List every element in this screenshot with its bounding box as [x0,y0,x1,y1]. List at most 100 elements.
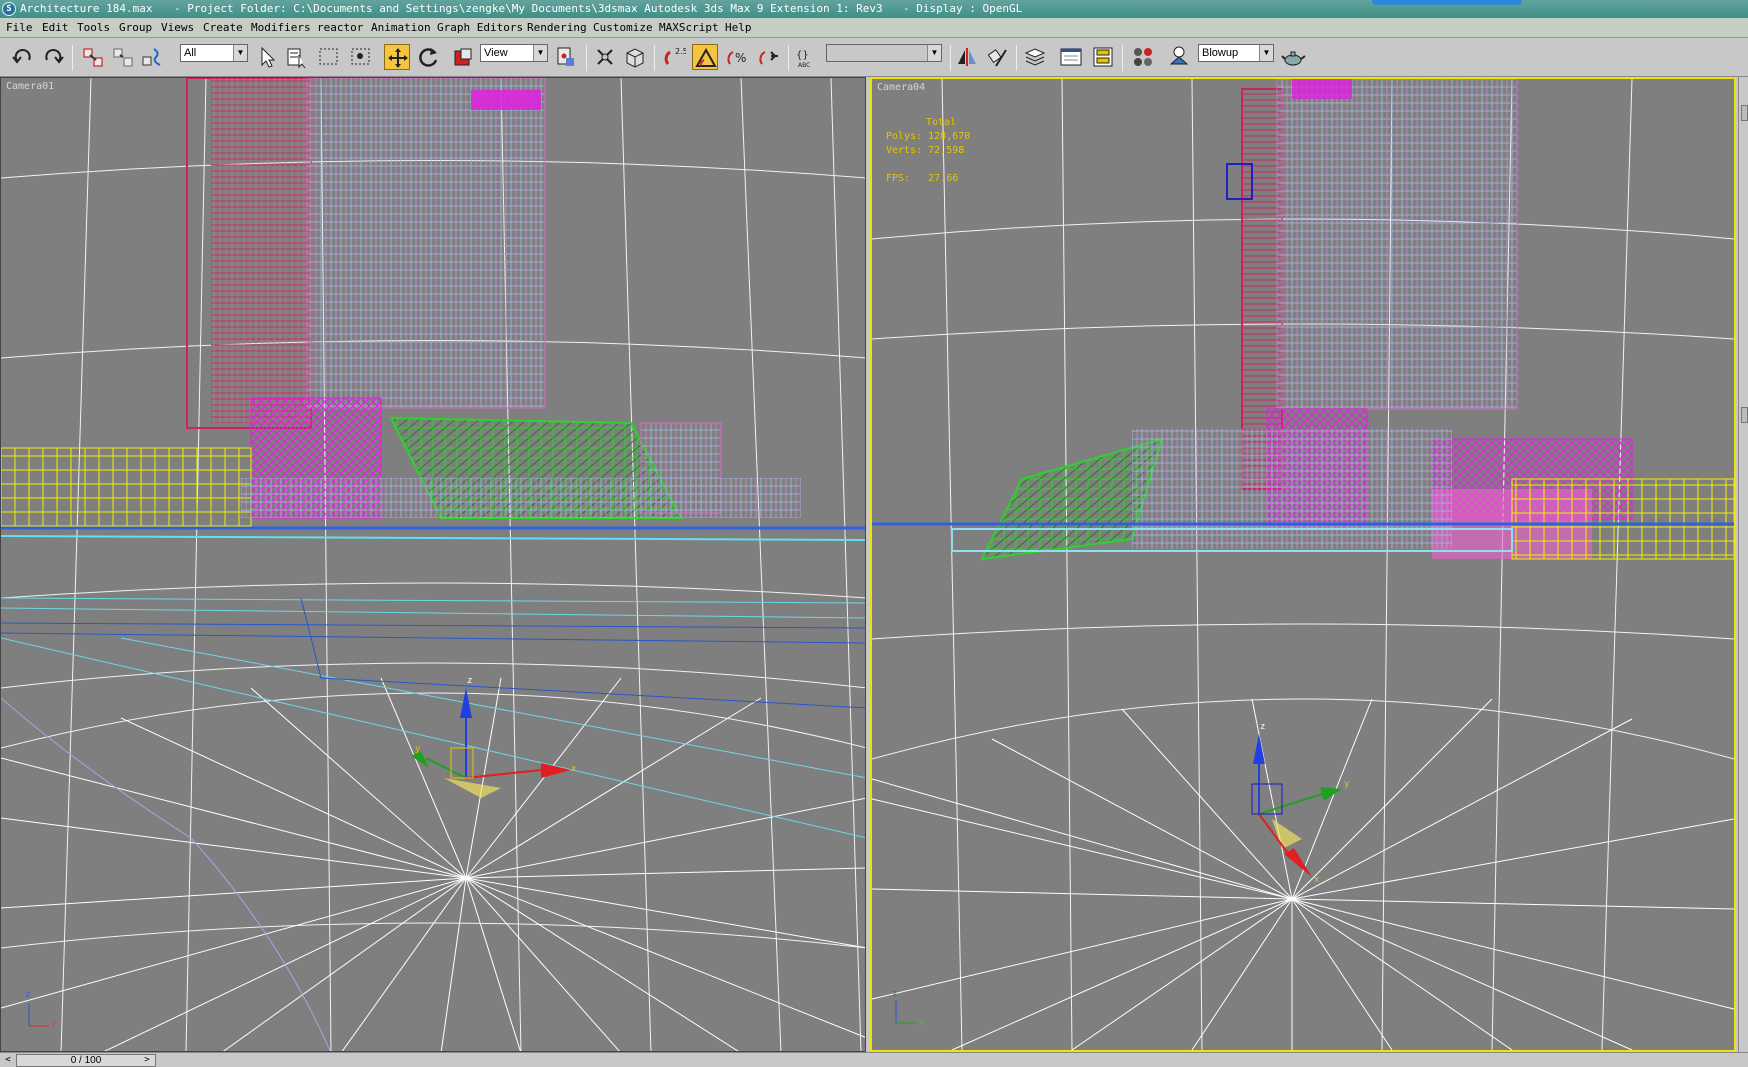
podium-right [872,408,1734,561]
chevron-down-icon: ▼ [233,45,247,61]
reference-coord-value: View [484,47,508,59]
polygon-stats: Total Polys: 128,670 Verts: 72,598 FPS: … [886,116,970,186]
select-and-rotate-icon[interactable] [416,44,442,70]
toolbar-separator [654,45,655,71]
view-axis-z-label: z [892,989,898,999]
keyboard-shortcut-override-icon[interactable] [622,44,648,70]
gizmo-y-label: y [1344,779,1350,789]
command-panel-edge[interactable] [1738,77,1748,1052]
bind-to-spacewarp-icon[interactable] [140,44,166,70]
window-crossing-icon[interactable] [348,44,374,70]
menu-file[interactable]: File [6,18,33,38]
stats-verts: Verts: 72,598 [886,145,965,156]
render-preset-dropdown[interactable]: Blowup ▼ [1198,44,1274,62]
time-slider-bar: < 0 / 100 > [0,1052,1748,1067]
undo-icon[interactable] [10,44,36,70]
podium-left [1,397,865,541]
redo-icon[interactable] [40,44,66,70]
use-pivot-center-icon[interactable] [552,44,578,70]
menu-reactor[interactable]: reactor [317,18,363,38]
tower-left [186,78,546,429]
toolbar-separator [1122,45,1123,71]
viewport-label[interactable]: Camera01 [6,81,54,92]
rectangular-selection-icon[interactable] [316,44,342,70]
render-setup-icon[interactable] [1166,44,1192,70]
title-bar-tab[interactable] [1372,0,1522,5]
title-app-name: - Autodesk 3ds Max 9 Extension 1: Rev3 [631,2,883,15]
menu-create[interactable]: Create [203,18,243,38]
time-slider[interactable]: 0 / 100 [16,1054,156,1067]
menu-edit[interactable]: Edit [42,18,69,38]
mirror-icon[interactable] [954,44,980,70]
select-by-name-icon[interactable] [284,44,310,70]
layer-manager-icon[interactable] [1022,44,1048,70]
viewport-label[interactable]: Camera04 [877,82,925,93]
viewport-camera04[interactable]: Camera04 Total Polys: 128,670 Verts: 72,… [870,77,1736,1052]
menu-rendering[interactable]: Rendering [527,18,587,38]
toolbar-separator [72,45,73,71]
menu-group[interactable]: Group [119,18,152,38]
toolbar-separator [586,45,587,71]
title-file-name: Architecture 184.max [20,2,153,15]
app-logo-icon[interactable]: S [2,2,16,16]
edit-named-selection-icon[interactable]: {} ABC [794,44,820,70]
view-axis-left [28,1003,49,1027]
menu-maxscript[interactable]: MAXScript [659,18,719,38]
align-icon[interactable] [984,44,1010,70]
time-slider-prev[interactable]: < [1,1054,15,1067]
snaps-toggle-icon[interactable]: 2.5 [660,44,686,70]
curve-editor-icon[interactable] [1058,44,1084,70]
title-bar: S Architecture 184.max - Project Folder:… [0,0,1748,18]
select-and-link-icon[interactable] [80,44,106,70]
quick-render-icon[interactable] [1280,44,1306,70]
menu-modifiers[interactable]: Modifiers [251,18,311,38]
title-display: - Display : OpenGL [903,2,1023,15]
select-manipulate-icon[interactable] [592,44,618,70]
percent-snap-icon[interactable]: % [724,44,750,70]
gizmo-z-label: z [467,676,473,686]
menu-help[interactable]: Help [725,18,752,38]
unlink-icon[interactable] [110,44,136,70]
select-and-scale-icon[interactable] [450,44,476,70]
menu-animation[interactable]: Animation [371,18,431,38]
material-editor-icon[interactable] [1130,44,1156,70]
select-and-move-icon[interactable] [384,44,410,70]
transform-gizmo-left [411,688,571,798]
menu-tools[interactable]: Tools [77,18,110,38]
transform-gizmo-right [1251,734,1342,877]
view-axis-x-label: x [51,1020,57,1030]
named-selection-sets-dropdown[interactable]: ▼ [826,44,942,62]
gizmo-z-label: z [1260,722,1266,732]
time-slider-next[interactable]: > [140,1054,154,1067]
stats-heading: Total [926,117,957,128]
angle-snap-icon[interactable] [692,44,718,70]
svg-text:ABC: ABC [798,62,810,69]
svg-text:{}: {} [796,50,809,61]
selection-filter-dropdown[interactable]: All ▼ [180,44,248,62]
menu-views[interactable]: Views [161,18,194,38]
panel-scroll-nub[interactable] [1741,407,1748,423]
viewport-camera01[interactable]: Camera01 z x z x y [0,77,866,1052]
grid-fan [872,698,1734,1050]
spinner-snap-icon[interactable] [756,44,782,70]
svg-text:%: % [735,51,746,65]
toolbar-separator [950,45,951,71]
stats-fps: FPS: 27.66 [886,173,959,184]
3dsmax-window: S Architecture 184.max - Project Folder:… [0,0,1748,1067]
viewport-camera01-scene [1,78,865,1051]
toolbar-separator [788,45,789,71]
toolbar-separator [1016,45,1017,71]
chevron-down-icon: ▼ [1259,45,1273,61]
title-project-folder: - Project Folder: C:\Documents and Setti… [174,2,638,15]
select-object-icon[interactable] [254,44,280,70]
panel-scroll-nub[interactable] [1741,105,1748,121]
svg-text:2.5: 2.5 [675,47,686,56]
menu-customize[interactable]: Customize [593,18,653,38]
reference-coord-dropdown[interactable]: View ▼ [480,44,548,62]
schematic-view-icon[interactable] [1090,44,1116,70]
chevron-down-icon: ▼ [927,45,941,61]
grid-fan [1,677,865,1051]
menu-graph-editors[interactable]: Graph Editors [437,18,523,38]
view-axis-y-label: y [918,1017,924,1027]
stats-polys: Polys: 128,670 [886,131,971,142]
